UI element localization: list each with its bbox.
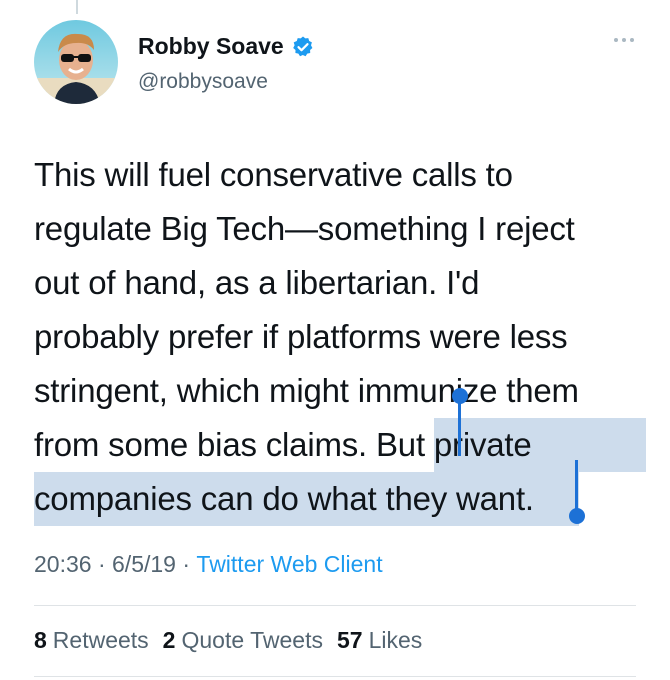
meta-separator: · [175, 551, 197, 577]
more-dot [630, 38, 634, 42]
tweet-stats: 8 Retweets 2 Quote Tweets 57 Likes [34, 627, 422, 654]
tweet-line: from some bias claims. But private [34, 418, 646, 472]
quote-tweets-label: Quote Tweets [181, 627, 323, 653]
more-dot [622, 38, 626, 42]
author-display-name[interactable]: Robby Soave [138, 33, 284, 60]
tweet-line: This will fuel conservative calls to [34, 156, 513, 193]
author-name-row[interactable]: Robby Soave [138, 33, 315, 60]
likes-stat[interactable]: 57 Likes [337, 627, 422, 654]
author-handle[interactable]: @robbysoave [138, 70, 268, 94]
more-options-icon[interactable] [614, 38, 634, 42]
meta-separator: · [91, 551, 113, 577]
tweet-time[interactable]: 20:36 [34, 551, 92, 578]
quote-tweets-stat[interactable]: 2 Quote Tweets [163, 627, 323, 654]
selected-text[interactable]: companies can do what they want. [34, 472, 579, 526]
retweets-count: 8 [34, 627, 47, 653]
profile-photo-icon [34, 20, 118, 104]
selection-end-handle-icon[interactable] [569, 508, 585, 524]
author-avatar[interactable] [34, 20, 118, 104]
quote-tweets-count: 2 [162, 627, 176, 653]
tweet-source-link[interactable]: Twitter Web Client [196, 551, 382, 578]
tweet-line: probably prefer if platforms were less [34, 318, 568, 355]
selection-end-cursor [575, 460, 578, 514]
tweet-meta: 20:36 · 6/5/19 · Twitter Web Client [34, 551, 383, 578]
verified-badge-icon [292, 36, 313, 56]
tweet-line-text: from some bias claims. But [34, 426, 434, 463]
more-dot [614, 38, 618, 42]
retweets-label: Retweets [52, 627, 149, 653]
tweet-line: stringent, which might immunize them [34, 372, 579, 409]
selected-text[interactable]: private [433, 418, 646, 472]
tweet-line: companies can do what they want. [34, 472, 646, 526]
tweet-date[interactable]: 6/5/19 [112, 551, 176, 578]
likes-count: 57 [336, 627, 363, 653]
thread-connector-line [76, 0, 78, 14]
likes-label: Likes [368, 627, 423, 653]
tweet-line: regulate Big Tech—something I reject [34, 210, 575, 247]
selection-start-cursor [458, 398, 461, 456]
divider [34, 605, 636, 606]
tweet-line: out of hand, as a libertarian. I'd [34, 264, 480, 301]
divider [34, 676, 636, 677]
tweet-text[interactable]: This will fuel conservative calls to reg… [34, 148, 646, 526]
retweets-stat[interactable]: 8 Retweets [34, 627, 149, 654]
